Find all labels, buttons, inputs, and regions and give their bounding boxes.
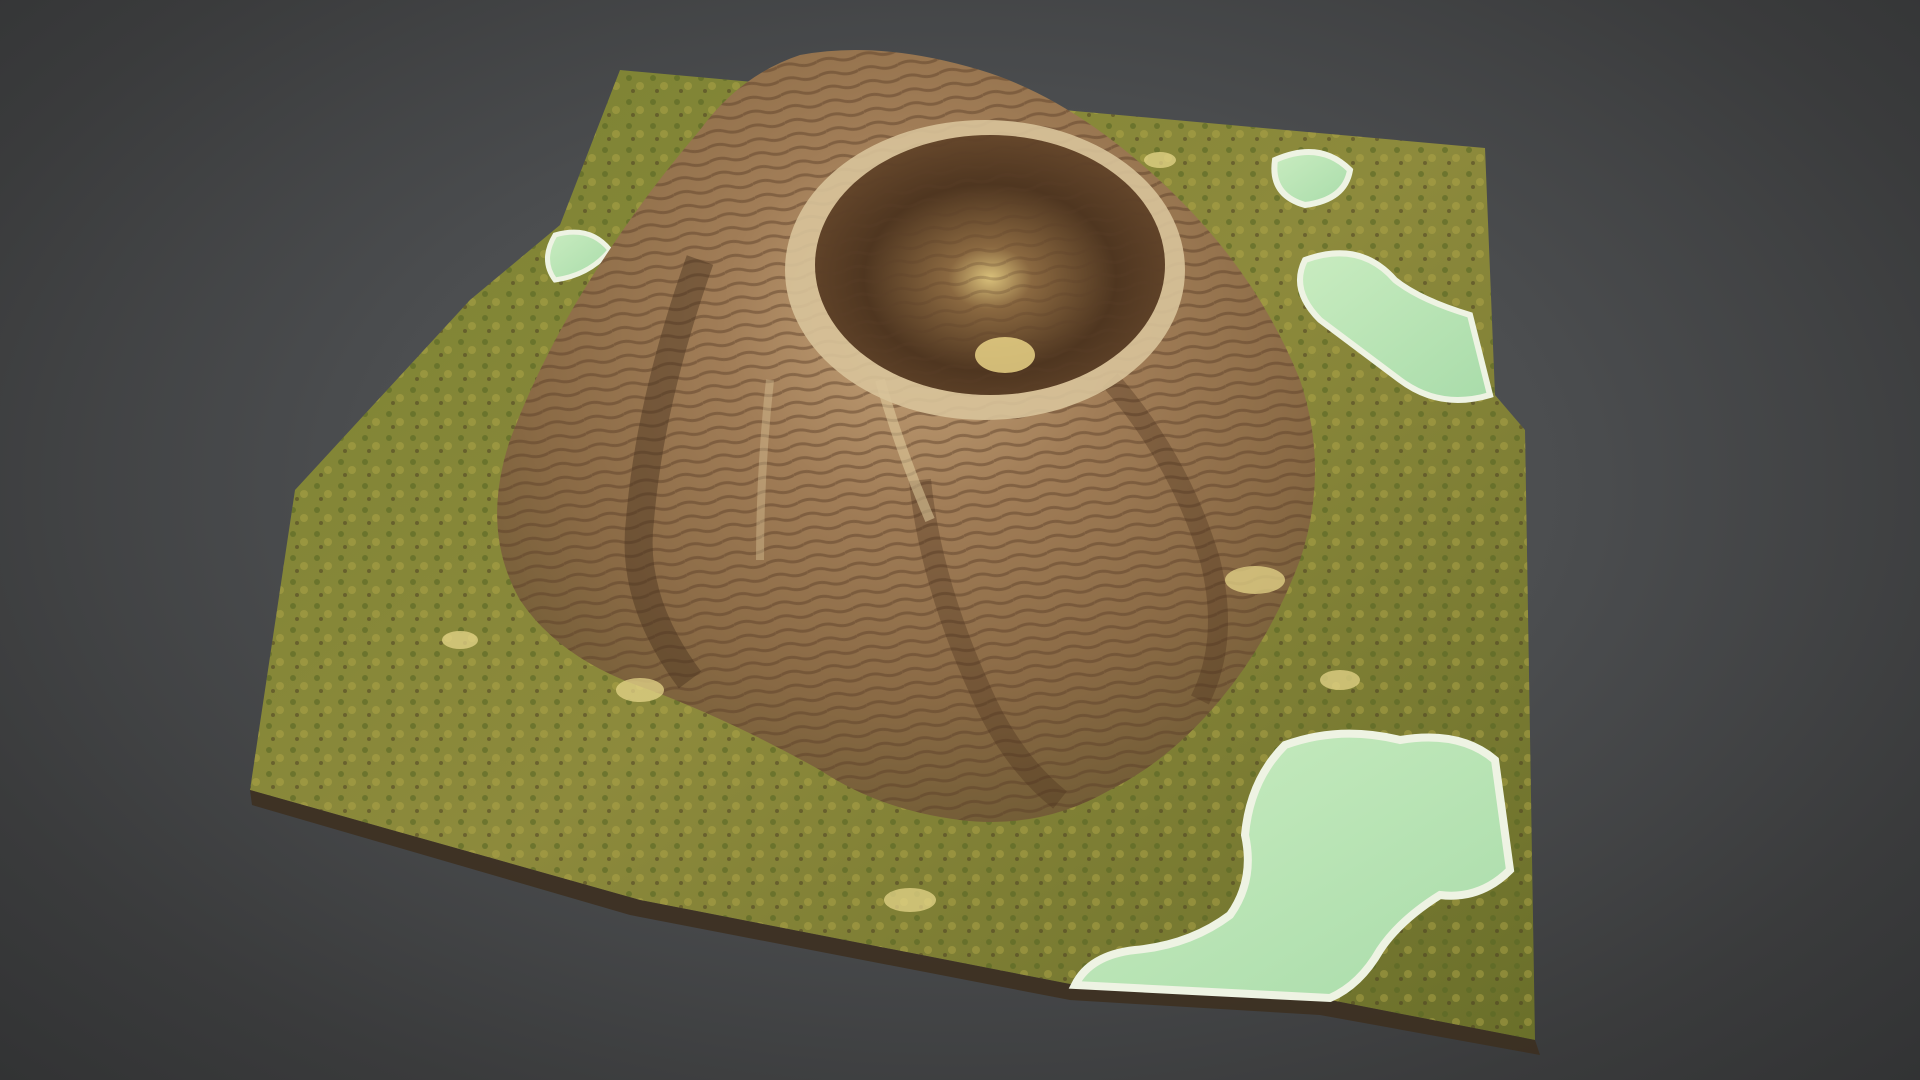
terrain-render [250,50,1540,1055]
3d-viewport[interactable] [0,0,1920,1080]
volcano-crater [785,120,1185,420]
